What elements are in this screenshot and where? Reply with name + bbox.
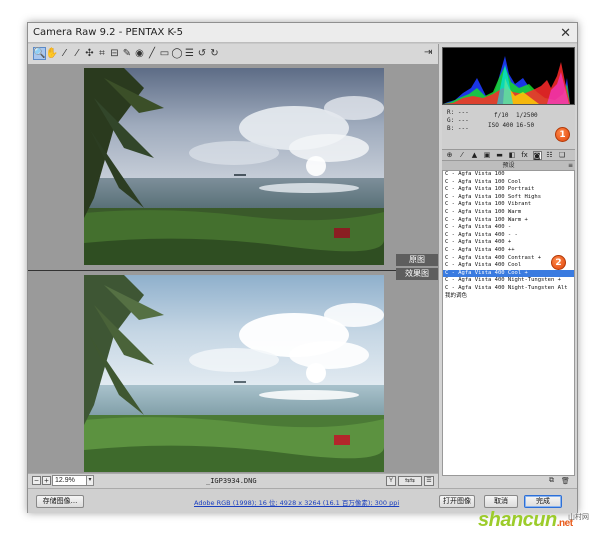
cancel-button[interactable]: 取消 xyxy=(484,495,518,508)
histogram xyxy=(442,47,575,105)
panel-tab-7-icon[interactable]: fx xyxy=(520,151,529,160)
zoom-in-button[interactable]: + xyxy=(42,476,51,485)
before-label: 原图 xyxy=(396,254,438,266)
step-badge-2: 2 xyxy=(551,255,566,270)
color-sampler-icon[interactable]: ⁄ xyxy=(71,47,84,60)
after-label: 效果图 xyxy=(396,268,438,280)
zoom-out-button[interactable]: − xyxy=(32,476,41,485)
panel-tab-4-icon[interactable]: ▣ xyxy=(483,151,492,160)
hand-icon[interactable]: ✋ xyxy=(46,47,59,60)
presets-title: 预设 xyxy=(502,162,515,169)
brush-icon[interactable]: ╱ xyxy=(146,47,159,60)
window-title: Camera Raw 9.2 - PENTAX K-5 xyxy=(33,27,184,38)
camera-raw-window: Camera Raw 9.2 - PENTAX K-5 ✕ 🔍 ✋ ⁄ ⁄ ✣ ⌗ ⊟ ✎ ◉ ╱… xyxy=(27,22,578,513)
preset-item[interactable]: C - Agfa Vista 100 xyxy=(443,171,574,179)
close-icon[interactable]: ✕ xyxy=(560,25,571,41)
preferences-icon[interactable]: ☰ xyxy=(183,47,196,60)
preset-item[interactable]: 我的调色 xyxy=(443,293,574,301)
preset-item[interactable]: C - Agfa Vista 100 Vibrant xyxy=(443,201,574,209)
filename-label: _IGP3934.DNG xyxy=(206,477,257,485)
export-icon[interactable]: ⇥ xyxy=(424,47,436,59)
preset-item[interactable]: C - Agfa Vista 100 Soft Highs xyxy=(443,194,574,202)
camera-info: R: --- G: --- B: --- f/10 1/2500 ISO 400… xyxy=(442,105,575,149)
b-readout: B: --- xyxy=(447,125,469,132)
red-eye-icon[interactable]: ◉ xyxy=(133,47,146,60)
preset-item[interactable]: C - Agfa Vista 100 Cool xyxy=(443,179,574,187)
panel-tab-8-icon[interactable]: ◙ xyxy=(532,151,542,160)
preset-item[interactable]: C - Agfa Vista 100 Warm + xyxy=(443,217,574,225)
preset-item[interactable]: C - Agfa Vista 400 ++ xyxy=(443,247,574,255)
save-image-button[interactable]: 存储图像... xyxy=(36,495,84,508)
panel-tab-3-icon[interactable]: ▲ xyxy=(470,151,479,160)
panel-tab-10-icon[interactable]: ❏ xyxy=(558,151,567,160)
open-image-button[interactable]: 打开图像 xyxy=(439,495,475,508)
rotate-ccw-icon[interactable]: ↺ xyxy=(196,47,209,60)
preset-item[interactable]: C - Agfa Vista 100 Portrait xyxy=(443,186,574,194)
spot-removal-icon[interactable]: ✎ xyxy=(121,47,134,60)
radial-filter-icon[interactable]: ◯ xyxy=(171,47,184,60)
status-bar: − + 12.9% ▾ _IGP3934.DNG Y ⇆⇆ ☰ xyxy=(28,473,438,488)
done-button[interactable]: 完成 xyxy=(524,495,562,508)
preview-area[interactable]: 原图 效果图 xyxy=(28,64,438,473)
watermark-logo: shancun.net xyxy=(478,509,573,531)
preset-item[interactable]: C - Agfa Vista 400 + xyxy=(443,239,574,247)
panel-tab-9-icon[interactable]: ☷ xyxy=(545,151,554,160)
before-after-mode-icon[interactable]: ⇆⇆ xyxy=(398,476,422,486)
workflow-options-link[interactable]: Adobe RGB (1998); 16 位; 4928 x 3264 (16.… xyxy=(194,497,399,507)
aperture-value: f/10 xyxy=(494,112,509,119)
straighten-icon[interactable]: ⊟ xyxy=(108,47,121,60)
title-bar: Camera Raw 9.2 - PENTAX K-5 ✕ xyxy=(28,23,577,43)
zoom-icon[interactable]: 🔍 xyxy=(33,47,46,60)
preset-item[interactable]: C - Agfa Vista 400 Cool + xyxy=(443,269,574,278)
panel-tabs: ⊕ ⁄ ▲ ▣ ▬ ◧ fx ◙ ☷ ❏ xyxy=(442,149,575,161)
chevron-down-icon[interactable]: ▾ xyxy=(86,475,94,486)
watermark-cn: 山村网 xyxy=(568,513,589,521)
iso-value: ISO 400 xyxy=(488,122,514,129)
before-image[interactable] xyxy=(84,68,384,265)
new-preset-icon[interactable]: ⧉ xyxy=(549,477,554,485)
panel-tab-2-icon[interactable]: ⁄ xyxy=(458,151,467,160)
r-readout: R: --- xyxy=(447,109,469,116)
preset-item[interactable]: C - Agfa Vista 400 - - xyxy=(443,232,574,240)
rotate-cw-icon[interactable]: ↻ xyxy=(208,47,221,60)
presets-header: 预设 ≡ xyxy=(442,161,575,170)
g-readout: G: --- xyxy=(447,117,469,124)
lens-value: 16-50 xyxy=(516,122,535,129)
preset-item[interactable]: C - Agfa Vista 400 Night-Tungsten + xyxy=(443,277,574,285)
settings-toggle-icon[interactable]: ☰ xyxy=(424,476,434,486)
toolbar: 🔍 ✋ ⁄ ⁄ ✣ ⌗ ⊟ ✎ ◉ ╱ ▭ ◯ ☰ ↺ ↻ ⇥ xyxy=(28,44,438,64)
view-toggle-icon[interactable]: Y xyxy=(386,476,396,486)
right-panel: R: --- G: --- B: --- f/10 1/2500 ISO 400… xyxy=(438,44,577,488)
presets-menu-icon[interactable]: ≡ xyxy=(568,161,573,170)
shutter-value: 1/2500 xyxy=(516,112,538,119)
preset-item[interactable]: C - Agfa Vista 400 - xyxy=(443,224,574,232)
delete-preset-icon[interactable]: 🗑 xyxy=(561,477,570,485)
preset-list: C - Agfa Vista 100 C - Agfa Vista 100 Coo… xyxy=(442,170,575,476)
step-badge-1: 1 xyxy=(555,127,570,142)
graduated-filter-icon[interactable]: ▭ xyxy=(158,47,171,60)
after-image[interactable] xyxy=(84,275,384,472)
target-adjust-icon[interactable]: ✣ xyxy=(83,47,96,60)
panel-tab-1-icon[interactable]: ⊕ xyxy=(445,151,454,160)
preset-item[interactable]: C - Agfa Vista 400 Night-Tungsten Alt xyxy=(443,285,574,293)
preset-item[interactable]: C - Agfa Vista 100 Warm xyxy=(443,209,574,217)
eyedropper-icon[interactable]: ⁄ xyxy=(58,47,71,60)
view-divider xyxy=(28,270,438,271)
panel-tab-5-icon[interactable]: ▬ xyxy=(495,151,504,160)
crop-icon[interactable]: ⌗ xyxy=(96,47,109,60)
panel-tab-6-icon[interactable]: ◧ xyxy=(508,151,517,160)
zoom-level-select[interactable]: 12.9% xyxy=(52,475,88,486)
